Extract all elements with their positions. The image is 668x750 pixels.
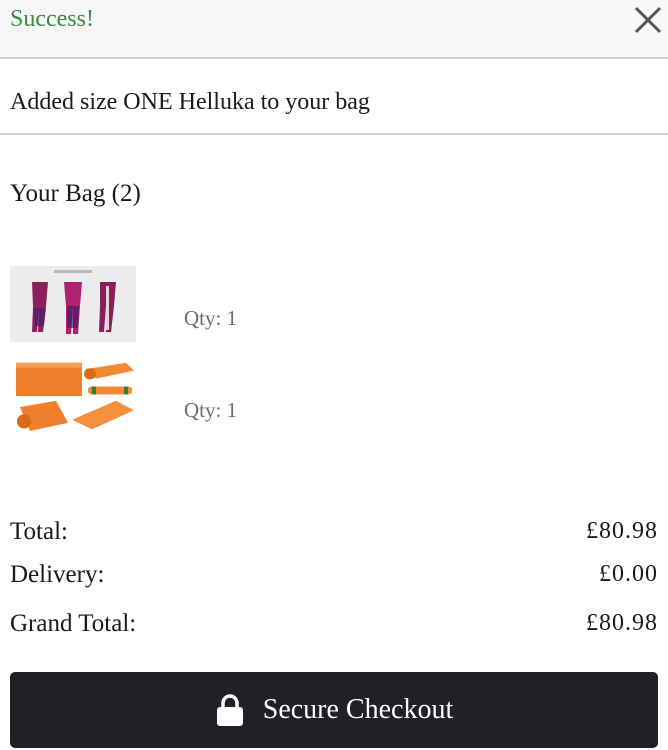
total-label: Total: <box>10 518 68 545</box>
success-title: Success! <box>10 6 94 32</box>
secure-checkout-button[interactable]: Secure Checkout <box>10 672 658 748</box>
bag-item: Qty: 1 <box>10 358 650 438</box>
added-message: Added size ONE Helluka to your bag <box>0 61 668 135</box>
item-qty: Qty: 1 <box>184 398 238 422</box>
leggings-product-image <box>10 266 136 342</box>
yoga-mat-product-image <box>10 358 136 434</box>
total-value: £80.98 <box>586 518 658 544</box>
close-icon[interactable] <box>632 4 664 36</box>
grand-total-row: Grand Total: £80.98 <box>10 610 658 642</box>
grand-total-label: Grand Total: <box>10 610 137 637</box>
bag-item: Qty: 1 <box>10 266 650 346</box>
added-message-text: Added size ONE Helluka to your bag <box>10 89 370 115</box>
delivery-value: £0.00 <box>599 561 658 587</box>
secure-checkout-label: Secure Checkout <box>262 694 454 725</box>
grand-total-value: £80.98 <box>586 610 658 636</box>
delivery-row: Delivery: £0.00 <box>10 561 658 593</box>
lock-icon <box>216 694 243 726</box>
bag-heading: Your Bag (2) <box>10 180 141 207</box>
total-row: Total: £80.98 <box>10 518 658 550</box>
modal-header: Success! <box>0 0 668 59</box>
item-qty: Qty: 1 <box>184 306 238 330</box>
delivery-label: Delivery: <box>10 561 105 588</box>
